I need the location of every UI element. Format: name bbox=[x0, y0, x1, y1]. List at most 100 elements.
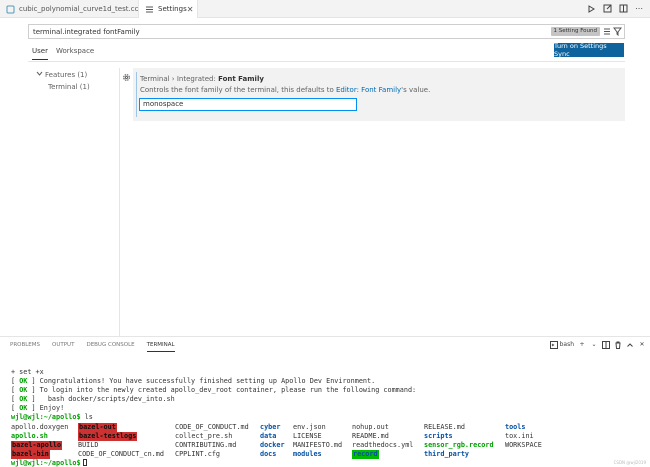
terminal-prompt: wjl@wjl:~/apollo$ bbox=[11, 413, 81, 422]
open-settings-json-icon[interactable] bbox=[602, 3, 612, 14]
ls-entry: README.md bbox=[352, 432, 389, 441]
ls-entry: LICENSE bbox=[293, 432, 322, 441]
ls-entry: WORKSPACE bbox=[505, 441, 542, 450]
ls-entry: data bbox=[260, 432, 277, 441]
ls-entry: sensor_rgb.record bbox=[424, 441, 494, 450]
settings-search-input[interactable]: terminal.integrated fontFamily 1 Setting… bbox=[28, 24, 625, 39]
panel-actions: bash + ⌄ ✕ bbox=[549, 340, 646, 349]
toc-item-features[interactable]: Features (1) bbox=[36, 70, 90, 79]
watermark: CSDN @wjl2019 bbox=[613, 460, 646, 465]
trash-icon[interactable] bbox=[614, 340, 622, 349]
desc-text: 's value. bbox=[401, 86, 431, 94]
setting-title: Terminal › Integrated: Font Family bbox=[140, 75, 264, 83]
ls-entry: CODE_OF_CONDUCT.md bbox=[175, 423, 249, 431]
more-actions-icon[interactable]: ⋯ bbox=[634, 3, 644, 14]
results-count-badge: 1 Setting Found bbox=[550, 27, 600, 36]
tab-cpp-file[interactable]: cubic_polynomial_curve1d_test.cc bbox=[0, 0, 138, 18]
setting-item-font-family: Terminal › Integrated: Font Family Contr… bbox=[133, 68, 625, 121]
terminal-cursor bbox=[82, 459, 87, 466]
ls-entry: modules bbox=[293, 450, 322, 459]
ls-entry: readthedocs.yml bbox=[352, 441, 414, 450]
terminal-line: + set +x bbox=[11, 368, 44, 376]
desc-text: Controls the font family of the terminal… bbox=[140, 86, 336, 94]
terminal-line: [ OK ] Congratulations! You have success… bbox=[11, 377, 376, 386]
ls-entry: apollo.doxygen bbox=[11, 423, 69, 431]
ls-entry: bazel-apollo bbox=[11, 441, 63, 451]
chevron-down-icon[interactable]: ⌄ bbox=[590, 340, 598, 349]
setting-name: Font Family bbox=[218, 75, 264, 83]
toc-label: Features (1) bbox=[45, 70, 88, 79]
ls-entry: docs bbox=[260, 450, 277, 459]
ls-entry: record bbox=[352, 450, 379, 460]
terminal-line: [ OK ] bash docker/scripts/dev_into.sh bbox=[11, 395, 175, 404]
terminal-prompt: wjl@wjl:~/apollo$ bbox=[11, 459, 81, 467]
tab-problems[interactable]: PROBLEMS bbox=[10, 342, 40, 352]
ls-entry: CODE_OF_CONDUCT_cn.md bbox=[78, 450, 164, 459]
terminal-text: ] To login into the newly created apollo… bbox=[27, 386, 417, 395]
ls-entry: cyber bbox=[260, 423, 281, 431]
settings-toc: Features (1) Terminal (1) bbox=[36, 70, 90, 91]
focus-indicator bbox=[136, 72, 137, 117]
ls-entry: bazel-testlogs bbox=[78, 432, 138, 442]
ls-entry: tox.ini bbox=[505, 432, 534, 441]
settings-scope-tabs: User Workspace bbox=[32, 47, 94, 60]
terminal-line: [ OK ] Enjoy! bbox=[11, 404, 65, 413]
setting-description: Controls the font family of the terminal… bbox=[140, 86, 430, 94]
ls-entry: env.json bbox=[293, 423, 326, 431]
new-terminal-icon[interactable]: + bbox=[578, 340, 586, 349]
editor-actions: ⋯ bbox=[586, 3, 644, 14]
close-icon[interactable]: ✕ bbox=[187, 5, 194, 14]
terminal-input-line[interactable]: wjl@wjl:~/apollo$ bbox=[11, 459, 87, 467]
settings-sync-button[interactable]: Turn on Settings Sync bbox=[554, 42, 624, 58]
terminal-select[interactable]: bash bbox=[549, 340, 574, 349]
split-editor-icon[interactable] bbox=[618, 3, 628, 14]
ls-entry: BUILD bbox=[78, 441, 99, 450]
tab-debug-console[interactable]: DEBUG CONSOLE bbox=[86, 342, 134, 352]
search-query: terminal.integrated fontFamily bbox=[33, 28, 140, 36]
font-family-input[interactable]: monospace bbox=[139, 98, 357, 111]
ls-entry: tools bbox=[505, 423, 526, 431]
tab-settings[interactable]: Settings ✕ bbox=[138, 0, 198, 18]
ls-entry: RELEASE.md bbox=[424, 423, 465, 431]
tab-terminal[interactable]: TERMINAL bbox=[146, 342, 175, 352]
divider bbox=[28, 61, 625, 62]
setting-category: Terminal › Integrated: bbox=[140, 75, 219, 83]
editor-font-family-link[interactable]: Editor: Font Family bbox=[336, 86, 401, 94]
terminal-command: ls bbox=[80, 413, 93, 422]
divider bbox=[119, 68, 120, 336]
split-terminal-icon[interactable] bbox=[602, 340, 610, 349]
terminal-line: wjl@wjl:~/apollo$ ls bbox=[11, 413, 416, 422]
maximize-panel-icon[interactable] bbox=[626, 340, 634, 349]
ls-entry: scripts bbox=[424, 432, 453, 441]
panel-border bbox=[0, 336, 650, 337]
terminal-shell-label: bash bbox=[559, 341, 574, 348]
terminal-text: ] bash docker/scripts/dev_into.sh bbox=[27, 395, 175, 404]
tab-label: Settings bbox=[158, 5, 187, 13]
ls-entry: nohup.out bbox=[352, 423, 389, 431]
tab-user[interactable]: User bbox=[32, 47, 48, 60]
ls-entry: apollo.sh bbox=[11, 432, 48, 441]
tab-output[interactable]: OUTPUT bbox=[52, 342, 74, 352]
toc-item-terminal[interactable]: Terminal (1) bbox=[48, 83, 90, 91]
editor-tab-bar: cubic_polynomial_curve1d_test.cc Setting… bbox=[0, 0, 650, 18]
terminal-line: [ OK ] To login into the newly created a… bbox=[11, 386, 417, 395]
close-panel-icon[interactable]: ✕ bbox=[638, 340, 646, 349]
settings-file-icon bbox=[145, 5, 154, 14]
ls-entry: CPPLINT.cfg bbox=[175, 450, 221, 459]
run-icon[interactable] bbox=[586, 3, 596, 14]
gear-icon[interactable] bbox=[122, 73, 131, 82]
terminal-text: ] Congratulations! You have successfully… bbox=[27, 377, 376, 386]
ls-entry: bazel-out bbox=[78, 423, 117, 433]
tab-label: cubic_polynomial_curve1d_test.cc bbox=[19, 5, 139, 13]
panel-tabs: PROBLEMS OUTPUT DEBUG CONSOLE TERMINAL bbox=[10, 342, 175, 352]
ls-entry: CONTRIBUTING.md bbox=[175, 441, 237, 450]
ls-entry: third_party bbox=[424, 450, 470, 459]
terminal-output[interactable]: + set +x [ OK ] Congratulations! You hav… bbox=[11, 368, 416, 423]
clear-filter-icon[interactable] bbox=[603, 27, 611, 36]
ls-entry: collect_pre.sh bbox=[175, 432, 233, 441]
filter-icon[interactable] bbox=[613, 27, 622, 37]
terminal-icon bbox=[549, 340, 558, 349]
tab-workspace[interactable]: Workspace bbox=[56, 47, 94, 60]
ls-entry: MANIFESTO.md bbox=[293, 441, 343, 450]
chevron-down-icon bbox=[36, 70, 43, 79]
